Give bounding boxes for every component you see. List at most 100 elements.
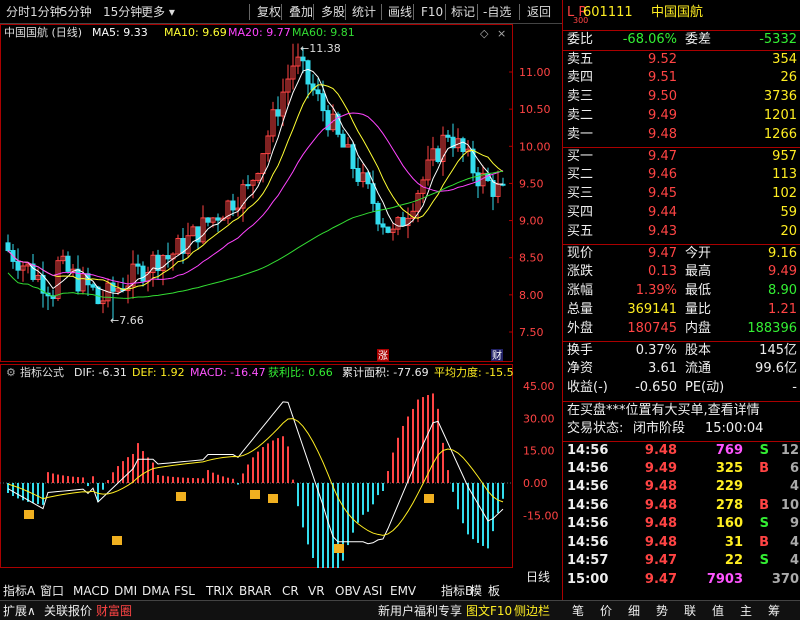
quote-cell: 9.49 xyxy=(648,108,677,123)
quote-cell: 15:00 xyxy=(567,571,609,587)
quote-cell: 卖四 xyxy=(567,70,594,85)
quote-cell: 188396 xyxy=(747,321,797,336)
quote-cell: 180745 xyxy=(627,321,677,336)
quote-cell: 买五 xyxy=(567,224,594,239)
toolbar-btn-7[interactable]: -自选 xyxy=(480,3,514,21)
toolbar-btn-1[interactable]: 叠加 xyxy=(286,3,316,21)
quote-cell: B xyxy=(759,534,769,550)
quote-cell: S xyxy=(759,516,769,531)
toolbar-btn-4[interactable]: 画线 xyxy=(385,3,415,21)
quote-row: 15:00 9.47 7903 370 xyxy=(563,571,800,589)
indicator-tab-11[interactable]: ASI xyxy=(363,583,382,599)
quote-cell: 9.44 xyxy=(648,205,677,220)
right-tab-7[interactable]: 筹 xyxy=(768,602,780,620)
candle-body xyxy=(460,138,466,152)
toolbar-btn-8[interactable]: 返回 xyxy=(524,3,554,21)
indicator-tab-2[interactable]: MACD xyxy=(73,583,109,599)
toolbar-btn-6[interactable]: 标记 xyxy=(448,3,478,21)
daily-label[interactable]: 日线 xyxy=(526,569,550,585)
close-icon[interactable]: × xyxy=(497,27,506,40)
quote-cell: 9.50 xyxy=(648,89,677,104)
quote-row: 外盘 180745 内盘 188396 xyxy=(563,320,800,338)
diamond-icon[interactable]: ◇ xyxy=(480,27,489,40)
right-tab-0[interactable]: 笔 xyxy=(572,602,584,620)
right-tab-1[interactable]: 价 xyxy=(600,602,612,620)
candle-body xyxy=(275,109,281,117)
indicator-tab-5[interactable]: FSL xyxy=(174,583,195,599)
quote-cell: 在买盘***位置有大买单,查看详情 xyxy=(567,403,760,418)
indicator-tab-9[interactable]: VR xyxy=(308,583,325,599)
right-tab-4[interactable]: 联 xyxy=(684,602,696,620)
macd-settings-icon[interactable]: ⚙ xyxy=(6,366,16,379)
indicator-tab-15[interactable]: 板 xyxy=(488,583,500,599)
bottom-right-0[interactable]: 新用户福利专享 xyxy=(378,602,462,620)
quote-cell: 102 xyxy=(772,186,797,201)
toolbar-btn-3[interactable]: 统计 xyxy=(349,3,379,21)
period-tab-4[interactable]: 更多 ▾ xyxy=(138,3,178,21)
quote-cell: 9.47 xyxy=(644,571,677,587)
quote-cell: 委比 xyxy=(567,32,594,47)
period-tab-2[interactable]: 5分钟 xyxy=(57,3,95,21)
quote-cell: 370 xyxy=(771,571,799,587)
bottom-right-2[interactable]: 侧边栏 xyxy=(514,602,550,620)
candle-body xyxy=(340,133,346,148)
toolbar-separator xyxy=(249,4,250,20)
candle-body xyxy=(15,260,21,271)
toolbar-separator xyxy=(381,4,382,20)
indicator-tab-7[interactable]: BRAR xyxy=(239,583,272,599)
right-tab-3[interactable]: 势 xyxy=(656,602,668,620)
indicator-tab-0[interactable]: 指标A xyxy=(3,583,35,599)
quote-cell: 9.46 xyxy=(648,167,677,182)
quote-cell: S xyxy=(759,553,769,568)
indicator-tab-13[interactable]: 指标B xyxy=(441,583,473,599)
right-tab-2[interactable]: 细 xyxy=(628,602,640,620)
bottom-left-0[interactable]: 扩展∧ xyxy=(3,602,36,620)
indicator-tab-4[interactable]: DMA xyxy=(142,583,170,599)
quote-cell: 9.48 xyxy=(644,497,677,513)
quote-cell: 300 xyxy=(573,16,589,25)
indicator-tab-1[interactable]: 窗口 xyxy=(40,583,64,599)
quote-cell: 20 xyxy=(780,224,797,239)
bottom-left-1[interactable]: 关联报价 xyxy=(44,602,92,620)
quote-cell: 涨幅 xyxy=(567,283,594,298)
indicator-tab-10[interactable]: OBV xyxy=(335,583,361,599)
indicator-tab-14[interactable]: 模 xyxy=(470,583,482,599)
quote-row: 涨幅 1.39% 最低 8.90 xyxy=(563,282,800,300)
bottom-left-2[interactable]: 财富圈 xyxy=(96,602,132,620)
top-toolbar: 分时 1分钟 5分钟 15分钟 更多 ▾ 复权 叠加 多股 统计 画线 F10 标记 -自选 返回 xyxy=(0,0,562,24)
quote-cell: 买一 xyxy=(567,149,594,164)
right-tab-6[interactable]: 主 xyxy=(740,602,752,620)
quote-row: 在买盘***位置有大买单,查看详情 xyxy=(563,401,800,419)
macd-axis-label: 0.00 xyxy=(523,477,548,490)
toolbar-btn-2[interactable]: 多股 xyxy=(318,3,348,21)
indicator-tab-3[interactable]: DMI xyxy=(114,583,137,599)
quote-cell: 最高 xyxy=(685,264,712,279)
quote-cell: 总量 xyxy=(567,302,594,317)
candle-body xyxy=(5,242,11,252)
indicator-tab-6[interactable]: TRIX xyxy=(206,583,233,599)
quote-cell: 957 xyxy=(772,149,797,164)
indicator-tab-8[interactable]: CR xyxy=(282,583,299,599)
right-tab-5[interactable]: 值 xyxy=(712,602,724,620)
quote-row: 买一 9.47 957 xyxy=(563,147,800,165)
quote-cell: 9.48 xyxy=(644,534,677,550)
bottom-right-1[interactable]: 图文F10 xyxy=(466,602,512,620)
quote-cell: PE(动) xyxy=(685,380,725,395)
candle-body xyxy=(90,284,96,288)
indicator-tab-12[interactable]: EMV xyxy=(390,583,416,599)
quote-row: 换手 0.37% 股本 145亿 xyxy=(563,341,800,359)
candle-body xyxy=(320,93,326,112)
price-chart[interactable]: 中国国航 (日线) MA5: 9.33 MA10: 9.69 MA20: 9.77 MA… xyxy=(0,24,562,568)
quote-cell: 1.39% xyxy=(635,283,677,298)
toolbar-btn-5[interactable]: F10 xyxy=(418,3,446,21)
quote-cell: 流通 xyxy=(685,361,712,376)
toolbar-separator xyxy=(345,4,346,20)
signal-icon xyxy=(176,492,186,501)
quote-row: L R 601111 中国国航 300 xyxy=(563,4,800,25)
quote-cell: 9.49 xyxy=(768,264,797,279)
quote-cell: 涨跌 xyxy=(567,264,594,279)
toolbar-btn-0[interactable]: 复权 xyxy=(254,3,284,21)
quote-cell: 229 xyxy=(715,479,743,494)
quote-row: 卖五 9.52 354 xyxy=(563,50,800,68)
price-axis-label: 8.50 xyxy=(519,252,544,265)
